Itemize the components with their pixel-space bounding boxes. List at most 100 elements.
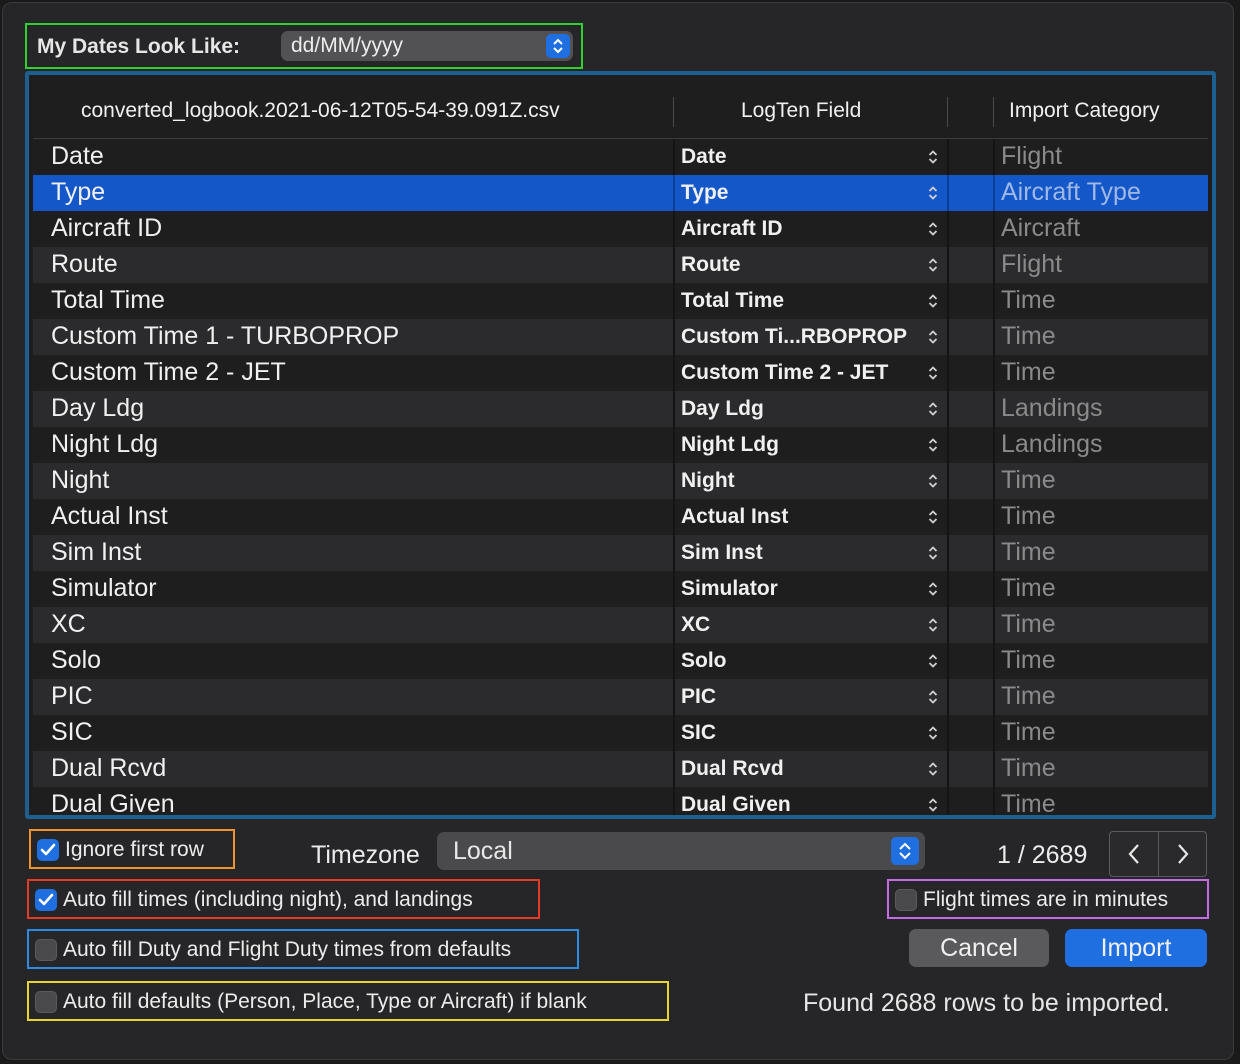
table-row[interactable]: Dual Rcvd Dual Rcvd Time [33,751,1208,787]
logten-field-popup[interactable]: Route [681,253,741,277]
flight-times-minutes-checkbox[interactable] [895,889,917,911]
import-button[interactable]: Import [1065,929,1207,967]
logten-field-popup[interactable]: Total Time [681,289,784,313]
table-row[interactable]: Route Route Flight [33,247,1208,283]
column-divider [673,211,675,247]
table-row[interactable]: Night Night Time [33,463,1208,499]
logten-field-popup[interactable]: Custom Time 2 - JET [681,361,888,385]
chevron-updown-icon [927,796,939,815]
column-divider [673,499,675,535]
logten-field-popup[interactable]: Actual Inst [681,505,788,529]
table-row[interactable]: PIC PIC Time [33,679,1208,715]
table-row[interactable]: Date Date Flight [33,139,1208,175]
column-divider [993,571,995,607]
auto-fill-duty-option: Auto fill Duty and Flight Duty times fro… [27,929,579,969]
logten-field-popup[interactable]: Type [681,181,728,205]
column-divider [993,535,995,571]
column-divider [947,679,949,715]
import-category-cell: Time [1001,574,1056,602]
column-header-file[interactable]: converted_logbook.2021-06-12T05-54-39.09… [81,79,560,139]
chevron-updown-icon [927,400,939,423]
logten-field-popup[interactable]: Dual Given [681,793,791,815]
timezone-label: Timezone [311,841,420,869]
import-category-cell: Time [1001,682,1056,710]
auto-fill-duty-label: Auto fill Duty and Flight Duty times fro… [63,938,512,961]
logten-field-popup[interactable]: Day Ldg [681,397,764,421]
auto-fill-times-checkbox[interactable] [35,889,57,911]
logten-field-popup[interactable]: Simulator [681,577,778,601]
table-row[interactable]: Custom Time 2 - JET Custom Time 2 - JET Ti… [33,355,1208,391]
ignore-first-row-label: Ignore first row [65,838,204,861]
logten-field-popup[interactable]: Sim Inst [681,541,763,565]
table-row[interactable]: Total Time Total Time Time [33,283,1208,319]
import-category-cell: Aircraft [1001,214,1081,242]
table-row[interactable]: Solo Solo Time [33,643,1208,679]
import-category-cell: Time [1001,610,1056,638]
chevron-updown-icon [927,148,939,171]
timezone-popup[interactable]: Local [437,832,925,870]
chevron-left-icon [1128,844,1139,864]
next-record-button[interactable] [1159,832,1207,876]
table-row[interactable]: Sim Inst Sim Inst Time [33,535,1208,571]
table-row[interactable]: Night Ldg Night Ldg Landings [33,427,1208,463]
file-column-cell: Custom Time 2 - JET [51,358,286,386]
auto-fill-duty-checkbox[interactable] [35,939,57,961]
column-divider [947,463,949,499]
chevron-updown-icon [927,760,939,783]
table-row[interactable]: XC XC Time [33,607,1208,643]
column-header-import-category[interactable]: Import Category [1009,79,1160,139]
column-divider [947,499,949,535]
ignore-first-row-option: Ignore first row [29,829,235,869]
column-divider [947,247,949,283]
table-row[interactable]: Day Ldg Day Ldg Landings [33,391,1208,427]
table-row[interactable]: Custom Time 1 - TURBOPROP Custom Ti...RBO… [33,319,1208,355]
table-row[interactable]: Dual Given Dual Given Time [33,787,1208,815]
date-format-group: My Dates Look Like: dd/MM/yyyy [25,23,583,69]
logten-field-popup[interactable]: Date [681,145,727,169]
column-divider [947,391,949,427]
logten-field-popup[interactable]: Night [681,469,735,493]
logten-field-popup[interactable]: Custom Ti...RBOPROP [681,325,907,349]
chevron-updown-icon [927,544,939,567]
date-format-popup[interactable]: dd/MM/yyyy [281,31,573,61]
table-row[interactable]: Aircraft ID Aircraft ID Aircraft [33,211,1208,247]
column-divider [947,175,949,211]
flight-times-minutes-option: Flight times are in minutes [887,879,1209,919]
auto-fill-defaults-option: Auto fill defaults (Person, Place, Type … [27,981,669,1021]
import-category-cell: Time [1001,466,1056,494]
logten-field-popup[interactable]: Solo [681,649,727,673]
logten-field-popup[interactable]: XC [681,613,710,637]
column-divider [993,751,995,787]
table-row[interactable]: Simulator Simulator Time [33,571,1208,607]
file-column-cell: Sim Inst [51,538,142,566]
logten-field-popup[interactable]: PIC [681,685,716,709]
column-divider [673,319,675,355]
column-divider [673,715,675,751]
logten-field-popup[interactable]: Dual Rcvd [681,757,784,781]
column-header-logten-field[interactable]: LogTen Field [741,79,861,139]
chevron-updown-icon [927,436,939,459]
column-divider [673,175,675,211]
ignore-first-row-checkbox[interactable] [37,839,59,861]
cancel-button[interactable]: Cancel [909,929,1049,967]
file-column-cell: Actual Inst [51,502,168,530]
logten-field-popup[interactable]: Aircraft ID [681,217,783,241]
logten-field-popup[interactable]: Night Ldg [681,433,779,457]
column-divider [993,679,995,715]
table-row[interactable]: Type Type Aircraft Type [33,175,1208,211]
table-row[interactable]: Actual Inst Actual Inst Time [33,499,1208,535]
column-divider [993,391,995,427]
column-divider [947,715,949,751]
file-column-cell: Night [51,466,110,494]
flight-times-minutes-label: Flight times are in minutes [923,888,1169,911]
table-row[interactable]: SIC SIC Time [33,715,1208,751]
column-divider [947,319,949,355]
logten-field-popup[interactable]: SIC [681,721,716,745]
chevron-updown-icon [927,688,939,711]
column-divider [673,283,675,319]
chevron-updown-icon [927,472,939,495]
file-column-cell: Solo [51,646,102,674]
file-column-cell: Day Ldg [51,394,145,422]
auto-fill-defaults-checkbox[interactable] [35,991,57,1013]
previous-record-button[interactable] [1110,832,1158,876]
